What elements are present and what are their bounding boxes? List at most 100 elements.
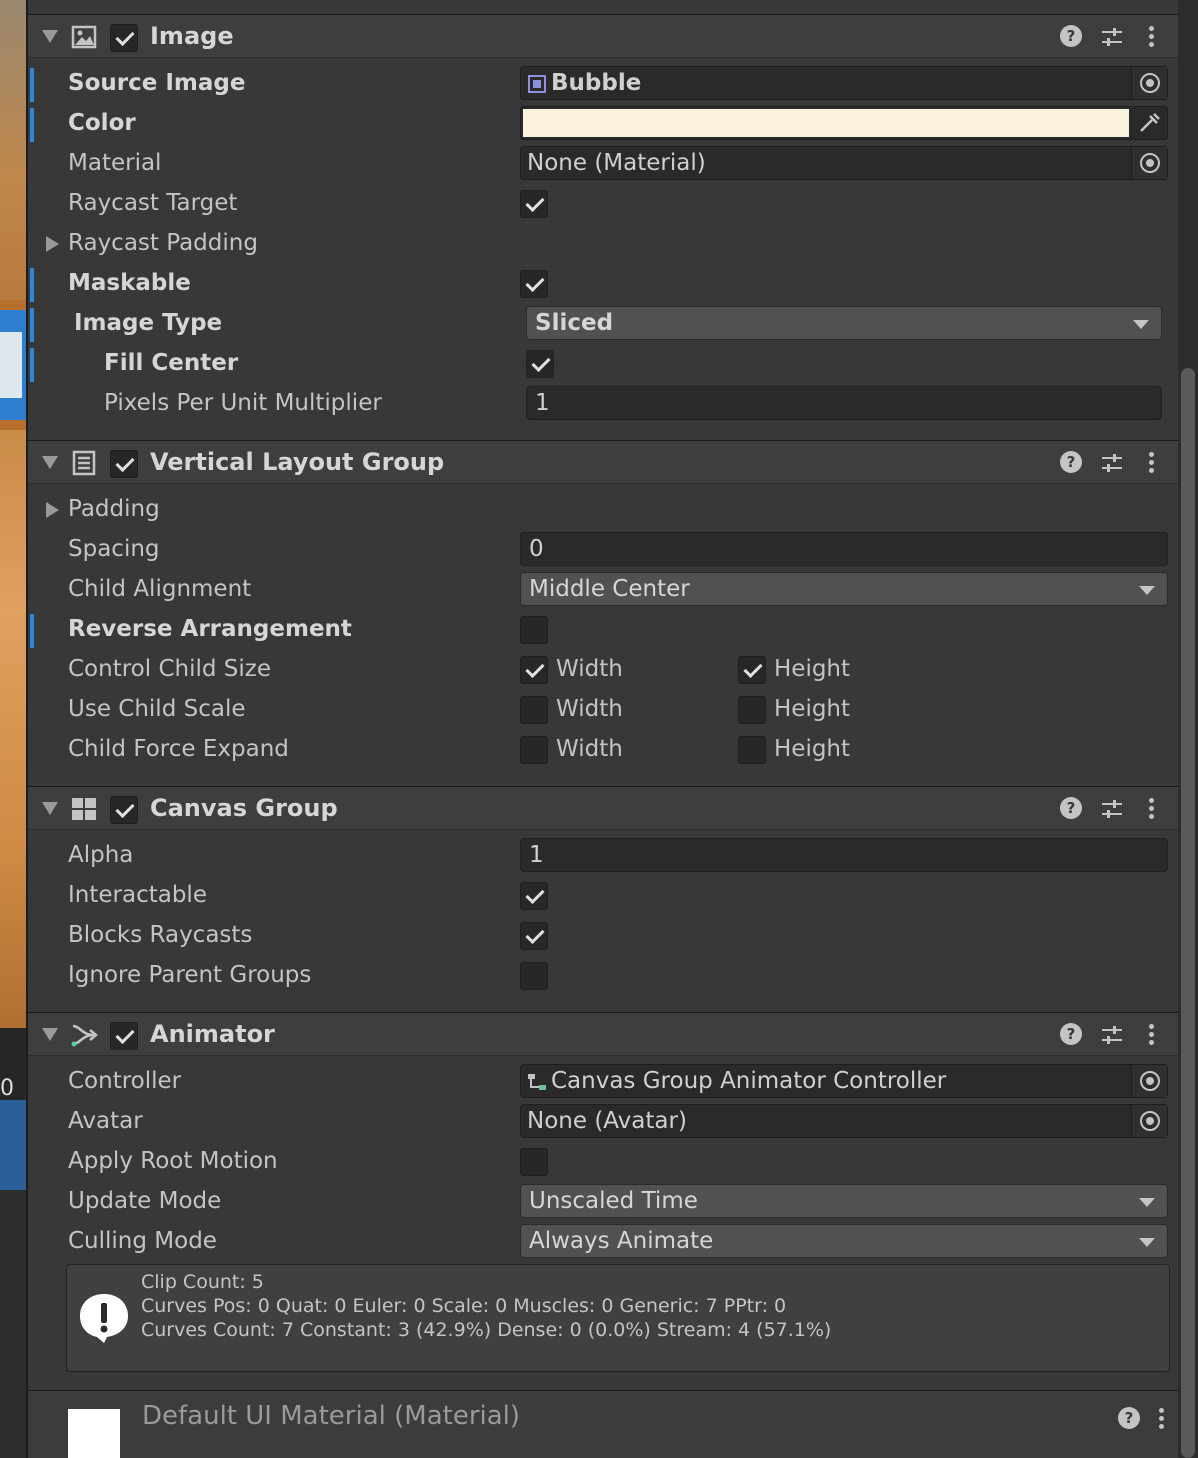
help-icon[interactable]: ?: [1060, 797, 1082, 819]
context-menu-icon[interactable]: [1146, 795, 1156, 823]
field-value: Sliced: [535, 310, 614, 336]
field-value: None (Avatar): [527, 1108, 687, 1134]
image-enabled-checkbox[interactable]: [110, 24, 138, 52]
help-icon[interactable]: ?: [1060, 1023, 1082, 1045]
animator-enabled-checkbox[interactable]: [110, 1022, 138, 1050]
controller-field[interactable]: Canvas Group Animator Controller: [520, 1064, 1168, 1098]
ignore-parent-groups-checkbox[interactable]: [520, 962, 548, 990]
row-fill-center: Fill Center: [28, 344, 1178, 384]
row-update-mode: Update Mode Unscaled Time: [28, 1182, 1178, 1222]
spacing-input[interactable]: 0: [520, 532, 1168, 566]
source-image-field[interactable]: Bubble: [520, 66, 1168, 100]
field-label: Image Type: [74, 310, 223, 336]
help-icon[interactable]: ?: [1060, 25, 1082, 47]
avatar-field[interactable]: None (Avatar): [520, 1104, 1168, 1138]
foldout-arrow-icon[interactable]: [46, 236, 59, 252]
field-label: Avatar: [68, 1108, 143, 1134]
field-value: Bubble: [551, 70, 642, 96]
context-menu-icon[interactable]: [1146, 23, 1156, 51]
object-picker-icon[interactable]: [1131, 1065, 1167, 1097]
preset-icon[interactable]: [1100, 25, 1124, 49]
preset-icon[interactable]: [1100, 451, 1124, 475]
field-label: Child Force Expand: [68, 736, 289, 762]
width-label: Width: [556, 736, 623, 762]
vertical-layout-icon: [72, 450, 96, 476]
field-label: Reverse Arrangement: [68, 616, 352, 642]
field-label: Controller: [68, 1068, 182, 1094]
vlg-component-header[interactable]: Vertical Layout Group ?: [28, 440, 1178, 484]
object-picker-icon[interactable]: [1131, 1105, 1167, 1137]
width-label: Width: [556, 656, 623, 682]
help-icon[interactable]: ?: [1060, 451, 1082, 473]
image-component-header[interactable]: Image ?: [28, 14, 1178, 58]
fold-arrow-icon[interactable]: [42, 802, 58, 815]
material-field[interactable]: None (Material): [520, 146, 1168, 180]
vlg-enabled-checkbox[interactable]: [110, 450, 138, 478]
row-reverse-arrangement: Reverse Arrangement: [28, 610, 1178, 650]
child-alignment-dropdown[interactable]: Middle Center: [520, 572, 1168, 606]
field-label[interactable]: Padding: [68, 496, 160, 522]
apply-root-motion-checkbox[interactable]: [520, 1148, 548, 1176]
override-marker: [30, 108, 34, 142]
canvas-group-component-header[interactable]: Canvas Group ?: [28, 786, 1178, 830]
row-culling-mode: Culling Mode Always Animate: [28, 1222, 1178, 1262]
context-menu-icon[interactable]: [1146, 449, 1156, 477]
control-width-checkbox[interactable]: [520, 656, 548, 684]
field-label[interactable]: Raycast Padding: [68, 230, 258, 256]
fill-center-checkbox[interactable]: [526, 350, 554, 378]
help-icon[interactable]: ?: [1118, 1407, 1140, 1429]
row-ppu-multiplier: Pixels Per Unit Multiplier 1: [28, 384, 1178, 424]
expand-width-checkbox[interactable]: [520, 736, 548, 764]
image-type-dropdown[interactable]: Sliced: [526, 306, 1162, 340]
object-picker-icon[interactable]: [1131, 147, 1167, 179]
fold-arrow-icon[interactable]: [42, 1028, 58, 1041]
expand-height-checkbox[interactable]: [738, 736, 766, 764]
field-label: Raycast Target: [68, 190, 238, 216]
row-raycast-padding[interactable]: Raycast Padding: [28, 224, 1178, 264]
culling-mode-dropdown[interactable]: Always Animate: [520, 1224, 1168, 1258]
control-height-checkbox[interactable]: [738, 656, 766, 684]
alpha-input[interactable]: 1: [520, 838, 1168, 872]
info-line: Clip Count: 5: [141, 1271, 264, 1293]
component-title: Canvas Group: [150, 794, 338, 822]
scene-strip-blue: [0, 1100, 26, 1190]
field-value: 1: [529, 842, 544, 868]
update-mode-dropdown[interactable]: Unscaled Time: [520, 1184, 1168, 1218]
fold-arrow-icon[interactable]: [42, 30, 58, 43]
row-padding[interactable]: Padding: [28, 490, 1178, 530]
maskable-checkbox[interactable]: [520, 270, 548, 298]
animator-controller-icon: [528, 1074, 546, 1090]
row-child-force-expand: Child Force Expand Width Height: [28, 730, 1178, 770]
reverse-arrangement-checkbox[interactable]: [520, 616, 548, 644]
raycast-target-checkbox[interactable]: [520, 190, 548, 218]
field-label: Pixels Per Unit Multiplier: [104, 390, 382, 416]
scrollbar-thumb[interactable]: [1181, 368, 1195, 1458]
canvas-group-enabled-checkbox[interactable]: [110, 796, 138, 824]
row-blocks-raycasts: Blocks Raycasts: [28, 916, 1178, 956]
blocks-raycasts-checkbox[interactable]: [520, 922, 548, 950]
ppu-multiplier-input[interactable]: 1: [526, 386, 1162, 420]
context-menu-icon[interactable]: [1156, 1405, 1166, 1433]
interactable-checkbox[interactable]: [520, 882, 548, 910]
height-label: Height: [774, 696, 851, 722]
eyedropper-icon[interactable]: [1135, 111, 1163, 135]
row-apply-root-motion: Apply Root Motion: [28, 1142, 1178, 1182]
object-picker-icon[interactable]: [1131, 67, 1167, 99]
scale-height-checkbox[interactable]: [738, 696, 766, 724]
context-menu-icon[interactable]: [1146, 1021, 1156, 1049]
field-value: Always Animate: [529, 1228, 714, 1254]
fold-arrow-icon[interactable]: [42, 456, 58, 469]
animator-component-header[interactable]: Animator ?: [28, 1012, 1178, 1056]
foldout-arrow-icon[interactable]: [46, 502, 59, 518]
field-value: 0: [529, 536, 544, 562]
scale-width-checkbox[interactable]: [520, 696, 548, 724]
field-label: Ignore Parent Groups: [68, 962, 312, 988]
field-label: Maskable: [68, 270, 191, 296]
preset-icon[interactable]: [1100, 1023, 1124, 1047]
preset-icon[interactable]: [1100, 797, 1124, 821]
color-swatch[interactable]: [523, 109, 1129, 137]
color-field[interactable]: [520, 106, 1168, 140]
width-label: Width: [556, 696, 623, 722]
inspector-panel: Image ? Source Image Bubble Color Materi…: [26, 0, 1178, 1458]
material-section-header[interactable]: Default UI Material (Material) ?: [28, 1390, 1178, 1458]
